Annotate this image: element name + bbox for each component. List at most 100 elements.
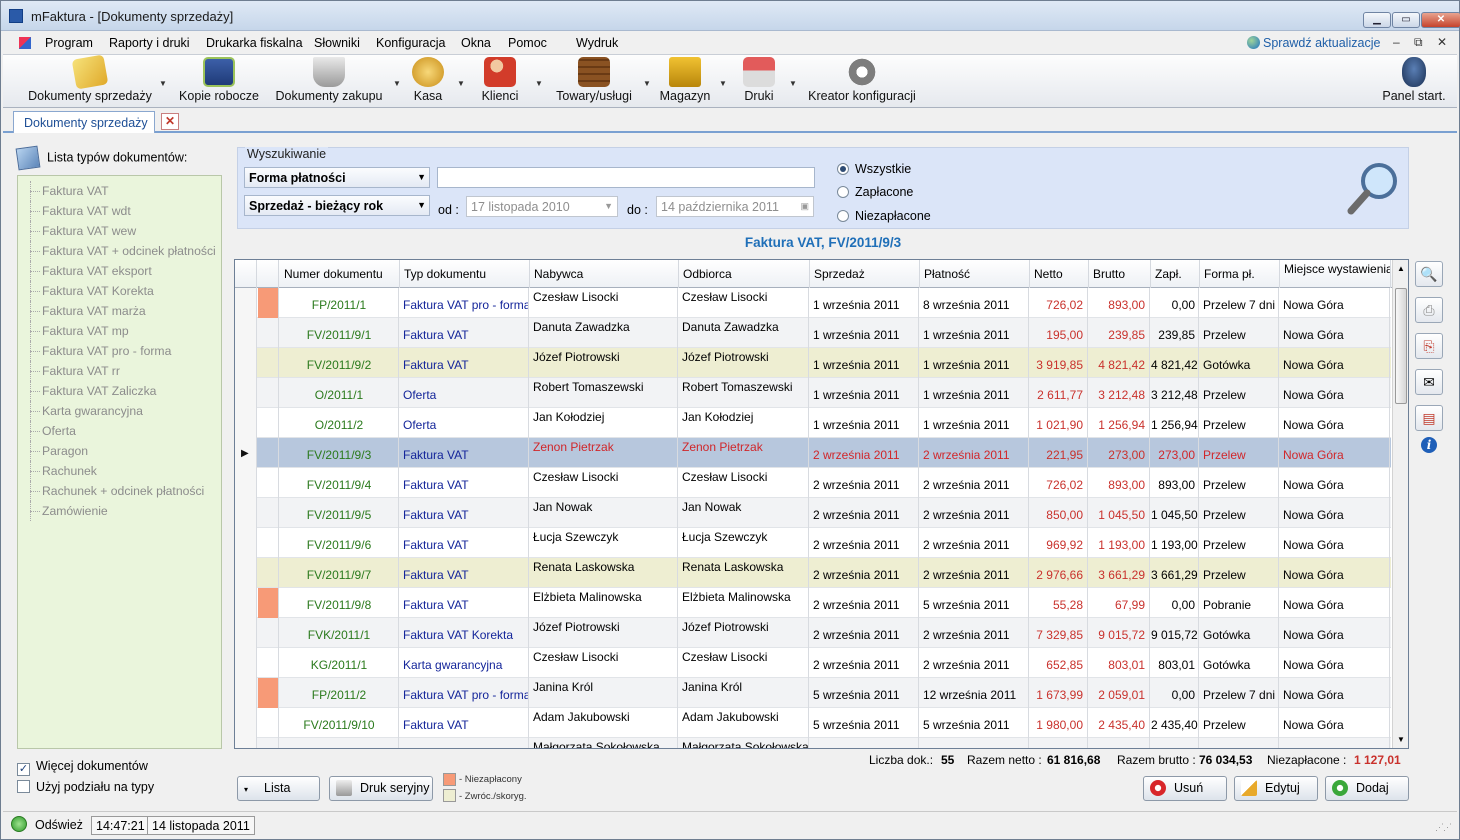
title-bar[interactable]: mFaktura - [Dokumenty sprzedaży] ▁ ▭ ✕ <box>1 1 1460 31</box>
mdi-window-icon[interactable] <box>19 37 31 49</box>
table-row[interactable]: Małgorzata Sokołowska Małgorzata Sokołows… <box>235 738 1391 748</box>
doc-type-item[interactable]: Paragon <box>18 441 221 461</box>
radio-all[interactable]: Wszystkie <box>837 162 911 176</box>
row-selector[interactable] <box>235 618 257 648</box>
documents-grid[interactable]: Numer dokumentu Typ dokumentu Nabywca Odbio… <box>234 259 1409 749</box>
scroll-down-icon[interactable]: ▼ <box>1397 735 1405 744</box>
check-updates-link[interactable]: Sprawdź aktualizacje <box>1247 36 1380 50</box>
mdi-minimize-button[interactable]: – <box>1393 35 1400 49</box>
doc-type-item[interactable]: Faktura VAT Korekta <box>18 281 221 301</box>
table-row[interactable]: FV/2011/9/2 Faktura VAT Józef Piotrowski Jó… <box>235 348 1391 378</box>
menu-fiscal-printer[interactable]: Drukarka fiskalna <box>206 36 303 50</box>
row-selector[interactable] <box>235 348 257 378</box>
serial-print-button[interactable]: Druk seryjny <box>329 776 433 801</box>
table-row[interactable]: FV/2011/9/6 Faktura VAT Łucja Szewczyk Łucj… <box>235 528 1391 558</box>
chevron-down-icon[interactable]: ▼ <box>789 79 797 88</box>
radio-unpaid[interactable]: Niezapłacone <box>837 209 931 223</box>
menu-dictionaries[interactable]: Słowniki <box>314 36 360 50</box>
minimize-button[interactable]: ▁ <box>1363 12 1391 28</box>
menu-print[interactable]: Wydruk <box>576 36 618 50</box>
table-row[interactable]: O/2011/2 Oferta Jan Kołodziej Jan Kołodziej… <box>235 408 1391 438</box>
column-header[interactable]: Miejsce wystawienia <box>1280 260 1391 288</box>
table-row[interactable]: FV/2011/9/10 Faktura VAT Adam Jakubowski Ad… <box>235 708 1391 738</box>
doc-type-item[interactable]: Oferta <box>18 421 221 441</box>
chevron-down-icon[interactable]: ▼ <box>457 79 465 88</box>
doc-type-item[interactable]: Faktura VAT pro - forma <box>18 341 221 361</box>
row-selector[interactable] <box>235 588 257 618</box>
split-by-type-checkbox[interactable]: Użyj podziału na typy <box>17 780 154 794</box>
toolbar-config-wizard[interactable]: Kreator konfiguracji <box>807 57 917 103</box>
toolbar-prints[interactable]: Druki <box>739 57 779 103</box>
doc-type-item[interactable]: Faktura VAT eksport <box>18 261 221 281</box>
chevron-down-icon[interactable]: ▼ <box>393 79 401 88</box>
toolbar-cash[interactable]: Kasa <box>407 57 449 103</box>
table-row[interactable]: FV/2011/9/8 Faktura VAT Elżbieta Malinowsk… <box>235 588 1391 618</box>
table-row[interactable]: FV/2011/9/1 Faktura VAT Danuta Zawadzka Dan… <box>235 318 1391 348</box>
chevron-down-icon[interactable]: ▼ <box>535 79 543 88</box>
scroll-thumb[interactable] <box>1395 288 1407 404</box>
chevron-down-icon[interactable]: ▼ <box>159 79 167 88</box>
toolbar-purchase-documents[interactable]: Dokumenty zakupu <box>273 57 385 103</box>
column-header[interactable]: Zapł. <box>1151 260 1200 288</box>
menu-configuration[interactable]: Konfiguracja <box>376 36 446 50</box>
clipboard-button[interactable]: ▤ <box>1415 405 1443 431</box>
doc-type-item[interactable]: Zamówienie <box>18 501 221 521</box>
column-header[interactable]: Płatność <box>920 260 1030 288</box>
doc-type-item[interactable]: Faktura VAT wdt <box>18 201 221 221</box>
row-selector[interactable] <box>235 468 257 498</box>
doc-type-item[interactable]: Faktura VAT marża <box>18 301 221 321</box>
row-selector[interactable] <box>235 288 257 318</box>
row-selector[interactable] <box>235 648 257 678</box>
magnifier-icon[interactable] <box>1345 159 1405 219</box>
resize-grip-icon[interactable]: ⋰⋰ <box>1435 822 1452 833</box>
add-button[interactable]: Dodaj <box>1325 776 1409 801</box>
edit-button[interactable]: Edytuj <box>1234 776 1318 801</box>
row-selector[interactable] <box>235 678 257 708</box>
pdf-button[interactable]: ⎘ <box>1415 333 1443 359</box>
column-header[interactable]: Numer dokumentu <box>280 260 400 288</box>
toolbar-start-panel[interactable]: Panel start. <box>1381 57 1447 103</box>
doc-type-item[interactable]: Karta gwarancyjna <box>18 401 221 421</box>
preview-button[interactable]: 🔍 <box>1415 261 1443 287</box>
doc-type-item[interactable]: Rachunek + odcinek płatności <box>18 481 221 501</box>
scroll-up-icon[interactable]: ▲ <box>1397 264 1405 273</box>
column-header[interactable]: Odbiorca <box>679 260 810 288</box>
column-header[interactable]: Nabywca <box>530 260 679 288</box>
close-button[interactable]: ✕ <box>1421 12 1460 28</box>
doc-type-item[interactable]: Faktura VAT rr <box>18 361 221 381</box>
search-input[interactable] <box>437 167 815 188</box>
table-row[interactable]: O/2011/1 Oferta Robert Tomaszewski Robert T… <box>235 378 1391 408</box>
table-row[interactable]: FVK/2011/1 Faktura VAT Korekta Józef Piotr… <box>235 618 1391 648</box>
doc-type-item[interactable]: Rachunek <box>18 461 221 481</box>
print-button[interactable]: ⎙ <box>1415 297 1443 323</box>
radio-paid[interactable]: Zapłacone <box>837 185 913 199</box>
row-selector[interactable] <box>235 378 257 408</box>
row-selector[interactable]: ▶ <box>235 438 257 468</box>
table-row[interactable]: FV/2011/9/5 Faktura VAT Jan Nowak Jan Nowak… <box>235 498 1391 528</box>
tab-close-icon[interactable]: ✕ <box>161 113 179 130</box>
payment-form-select[interactable]: Forma płatności ▼ <box>244 167 430 188</box>
more-docs-checkbox[interactable]: ✓ Więcej dokumentów <box>17 759 148 776</box>
menu-help[interactable]: Pomoc <box>508 36 547 50</box>
doc-type-item[interactable]: Faktura VAT + odcinek płatności <box>18 241 221 261</box>
from-date-picker[interactable]: 17 listopada 2010 ▼ <box>466 196 618 217</box>
toolbar-sales-documents[interactable]: Dokumenty sprzedaży <box>27 54 153 103</box>
to-date-picker[interactable]: 14 października 2011 ▣ <box>656 196 814 217</box>
column-header[interactable]: Netto <box>1030 260 1089 288</box>
column-header[interactable]: Typ dokumentu <box>400 260 530 288</box>
menu-reports[interactable]: Raporty i druki <box>109 36 190 50</box>
toolbar-drafts[interactable]: Kopie robocze <box>177 57 261 103</box>
info-icon[interactable]: i <box>1421 437 1437 453</box>
column-header[interactable]: Forma pł. <box>1200 260 1280 288</box>
menu-windows[interactable]: Okna <box>461 36 491 50</box>
chevron-down-icon[interactable]: ▼ <box>643 79 651 88</box>
doc-type-item[interactable]: Faktura VAT mp <box>18 321 221 341</box>
toolbar-warehouse[interactable]: Magazyn <box>659 57 711 103</box>
doc-type-item[interactable]: Faktura VAT Zaliczka <box>18 381 221 401</box>
column-header[interactable]: Brutto <box>1089 260 1151 288</box>
row-selector[interactable] <box>235 528 257 558</box>
doc-types-tree[interactable]: Faktura VAT Faktura VAT wdt Faktura VAT we… <box>17 175 222 749</box>
row-selector[interactable] <box>235 738 257 748</box>
menu-program[interactable]: Program <box>45 36 93 50</box>
table-row[interactable]: FP/2011/2 Faktura VAT pro - forma Janina K… <box>235 678 1391 708</box>
